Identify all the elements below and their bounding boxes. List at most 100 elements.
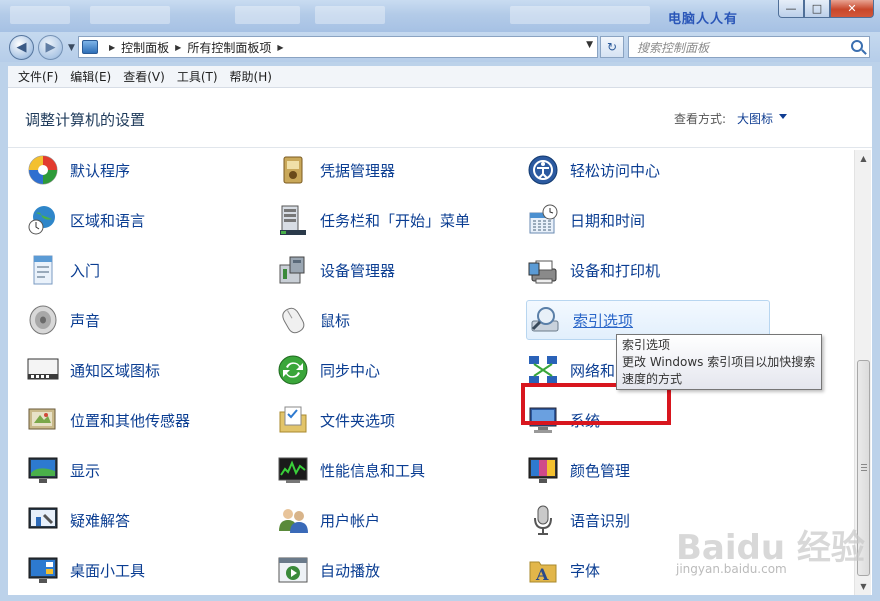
close-button[interactable]: ✕ [830,0,874,18]
control-panel-item[interactable]: 鼠标 [276,300,350,340]
control-panel-item[interactable]: 显示 [26,450,100,490]
tooltip: 索引选项 更改 Windows 索引项目以加快搜索 速度的方式 [616,334,822,390]
refresh-button[interactable]: ↻ [600,36,624,58]
breadcrumb-all-items[interactable]: 所有控制面板项 [187,39,271,56]
title-bar: 电脑人人有 — □ ✕ [0,0,880,32]
maximize-button[interactable]: □ [804,0,830,18]
back-button[interactable]: ◀ [9,35,34,60]
folder-options-icon [276,403,310,437]
menu-view[interactable]: 查看(V) [117,68,171,85]
control-panel-item[interactable]: 凭据管理器 [276,150,395,190]
control-panel-item[interactable]: 桌面小工具 [26,550,145,590]
speech-recognition-icon [526,503,560,537]
control-panel-item[interactable]: 设备管理器 [276,250,395,290]
control-panel-item[interactable]: 任务栏和「开始」菜单 [276,200,470,240]
control-panel-item[interactable]: 性能信息和工具 [276,450,425,490]
breadcrumb-control-panel[interactable]: 控制面板 [121,39,169,56]
device-manager-icon [276,253,310,287]
control-panel-item-label: 语音识别 [570,511,631,530]
control-panel-item[interactable]: 声音 [26,300,100,340]
tooltip-line: 更改 Windows 索引项目以加快搜索 [622,355,816,369]
devices-printers-icon [526,253,560,287]
getting-started-icon [26,253,60,287]
background-tab [10,6,70,24]
control-panel-item[interactable]: 同步中心 [276,350,380,390]
control-panel-item-label: 用户帐户 [320,511,381,530]
control-panel-item[interactable]: 区域和语言 [26,200,145,240]
control-panel-item-label: 颜色管理 [570,461,631,480]
indexing-options-icon [529,303,563,337]
search-icon[interactable] [851,40,863,52]
navigation-bar: ◀ ▶ ▼ ▶ 控制面板 ▶ 所有控制面板项 ▶ ▼ ↻ 搜索控制面板 [0,32,880,62]
ease-of-access-icon [526,153,560,187]
address-dropdown-icon[interactable]: ▼ [586,40,593,50]
menu-edit[interactable]: 编辑(E) [64,68,117,85]
taskbar-start-menu-icon [276,203,310,237]
control-panel-item[interactable]: 自动播放 [276,550,380,590]
credential-manager-icon [276,153,310,187]
control-panel-item[interactable]: 通知区域图标 [26,350,160,390]
control-panel-item[interactable]: 用户帐户 [276,500,380,540]
control-panel-item-label: 区域和语言 [70,211,146,230]
desktop-gadgets-icon [26,553,60,587]
control-panel-item[interactable]: 默认程序 [26,150,130,190]
view-by-label: 查看方式: [674,112,727,126]
minimize-button[interactable]: — [778,0,804,18]
breadcrumb-separator-icon[interactable]: ▶ [109,43,115,52]
breadcrumb-separator-icon[interactable]: ▶ [175,43,181,52]
forward-button[interactable]: ▶ [38,35,63,60]
control-panel-item-label: 网络和 [570,361,616,380]
control-panel-item-label: 同步中心 [320,361,381,380]
control-panel-item[interactable]: 语音识别 [526,500,630,540]
baidu-watermark-url: jingyan.baidu.com [676,562,787,576]
control-panel-item[interactable]: 设备和打印机 [526,250,660,290]
watermark-text: 电脑人人有 [668,12,739,27]
forward-arrow-icon: ▶ [45,40,56,55]
search-box[interactable]: 搜索控制面板 [628,36,870,58]
search-input[interactable]: 搜索控制面板 [637,39,709,56]
menu-help[interactable]: 帮助(H) [224,68,278,85]
breadcrumb-separator-icon[interactable]: ▶ [277,43,283,52]
control-panel-item-label: 字体 [570,561,601,580]
sync-center-icon [276,353,310,387]
control-panel-item-label: 凭据管理器 [320,161,396,180]
control-panel-item-label: 日期和时间 [570,211,646,230]
control-panel-item-label: 位置和其他传感器 [70,411,191,430]
region-language-icon [26,203,60,237]
menu-bar: 文件(F) 编辑(E) 查看(V) 工具(T) 帮助(H) [8,66,872,88]
network-sharing-icon [526,353,560,387]
notification-area-icon [26,353,60,387]
scroll-up-arrow-icon[interactable]: ▲ [855,150,872,167]
control-panel-item[interactable]: 文件夹选项 [276,400,395,440]
control-panel-item-label: 自动播放 [320,561,381,580]
address-bar[interactable]: ▶ 控制面板 ▶ 所有控制面板项 ▶ ▼ [78,36,598,58]
control-panel-item-label: 桌面小工具 [70,561,146,580]
control-panel-item-label: 声音 [70,311,101,330]
control-panel-item[interactable]: 位置和其他传感器 [26,400,190,440]
background-tab [90,6,170,24]
location-sensors-icon [26,403,60,437]
scroll-down-arrow-icon[interactable]: ▼ [855,578,872,595]
control-panel-item[interactable]: 颜色管理 [526,450,630,490]
recent-pages-dropdown[interactable]: ▼ [68,43,75,53]
control-panel-item[interactable]: 入门 [26,250,100,290]
control-panel-item-label: 索引选项 [573,311,634,330]
page-title: 调整计算机的设置 [25,111,146,129]
window-controls: — □ ✕ [778,0,874,18]
view-by-dropdown[interactable]: 大图标 [737,110,773,127]
menu-tools[interactable]: 工具(T) [171,68,224,85]
control-panel-item[interactable]: 轻松访问中心 [526,150,660,190]
date-time-icon [526,203,560,237]
control-panel-item[interactable]: 日期和时间 [526,200,645,240]
menu-file[interactable]: 文件(F) [12,68,64,85]
control-panel-item[interactable]: A 字体 [526,550,600,590]
color-management-icon [526,453,560,487]
view-dropdown-arrow-icon[interactable] [779,114,787,119]
tooltip-title: 索引选项 [622,338,671,352]
troubleshooting-icon [26,503,60,537]
control-panel-item-label: 通知区域图标 [70,361,161,380]
background-tab [510,6,650,24]
control-panel-item-label: 显示 [70,461,101,480]
control-panel-item[interactable]: 疑难解答 [26,500,130,540]
mouse-icon [276,303,310,337]
